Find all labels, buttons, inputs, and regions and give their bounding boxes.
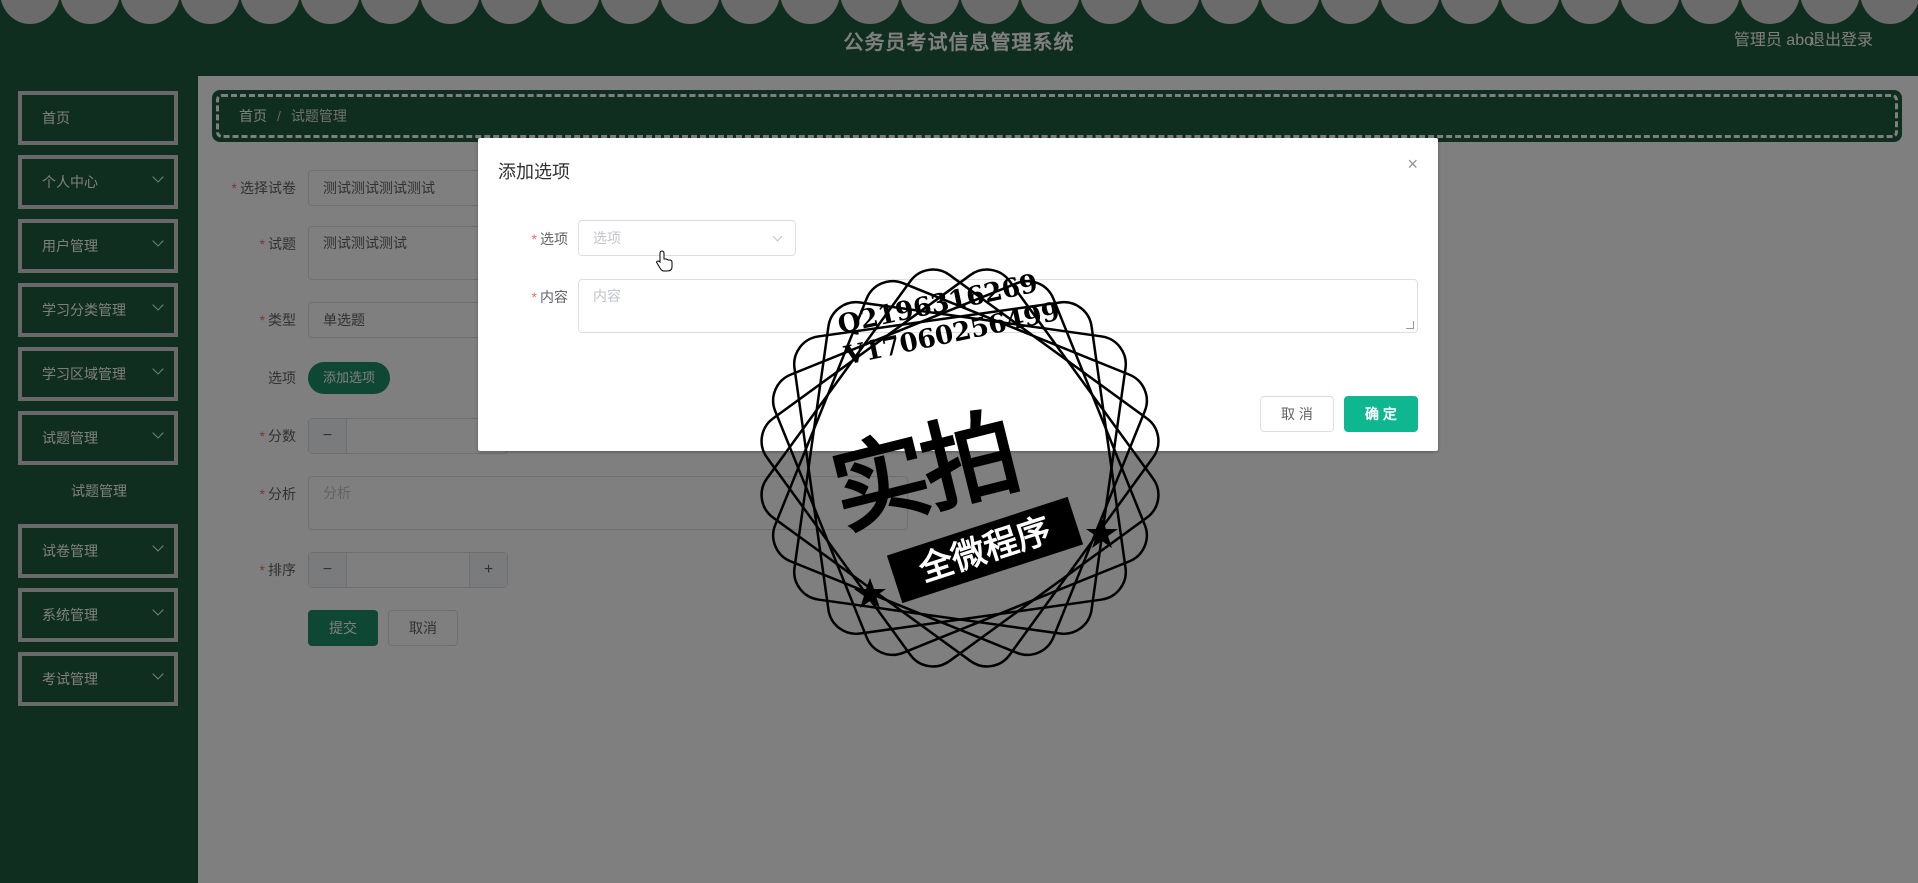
content-placeholder: 内容 xyxy=(593,288,621,304)
hand-cursor-icon xyxy=(656,250,673,272)
dialog-cancel-button[interactable]: 取 消 xyxy=(1260,396,1334,432)
content-label: * 内容 xyxy=(531,289,568,305)
dialog-confirm-button[interactable]: 确 定 xyxy=(1344,396,1418,432)
dialog-title: 添加选项 xyxy=(498,162,570,182)
chevron-down-icon xyxy=(772,231,783,242)
option-select-placeholder: 选项 xyxy=(593,230,621,246)
option-label: * 选项 xyxy=(531,231,568,247)
resize-grip-icon[interactable] xyxy=(1406,321,1414,329)
option-select[interactable]: 选项 xyxy=(578,220,796,256)
close-icon[interactable]: × xyxy=(1407,154,1418,175)
